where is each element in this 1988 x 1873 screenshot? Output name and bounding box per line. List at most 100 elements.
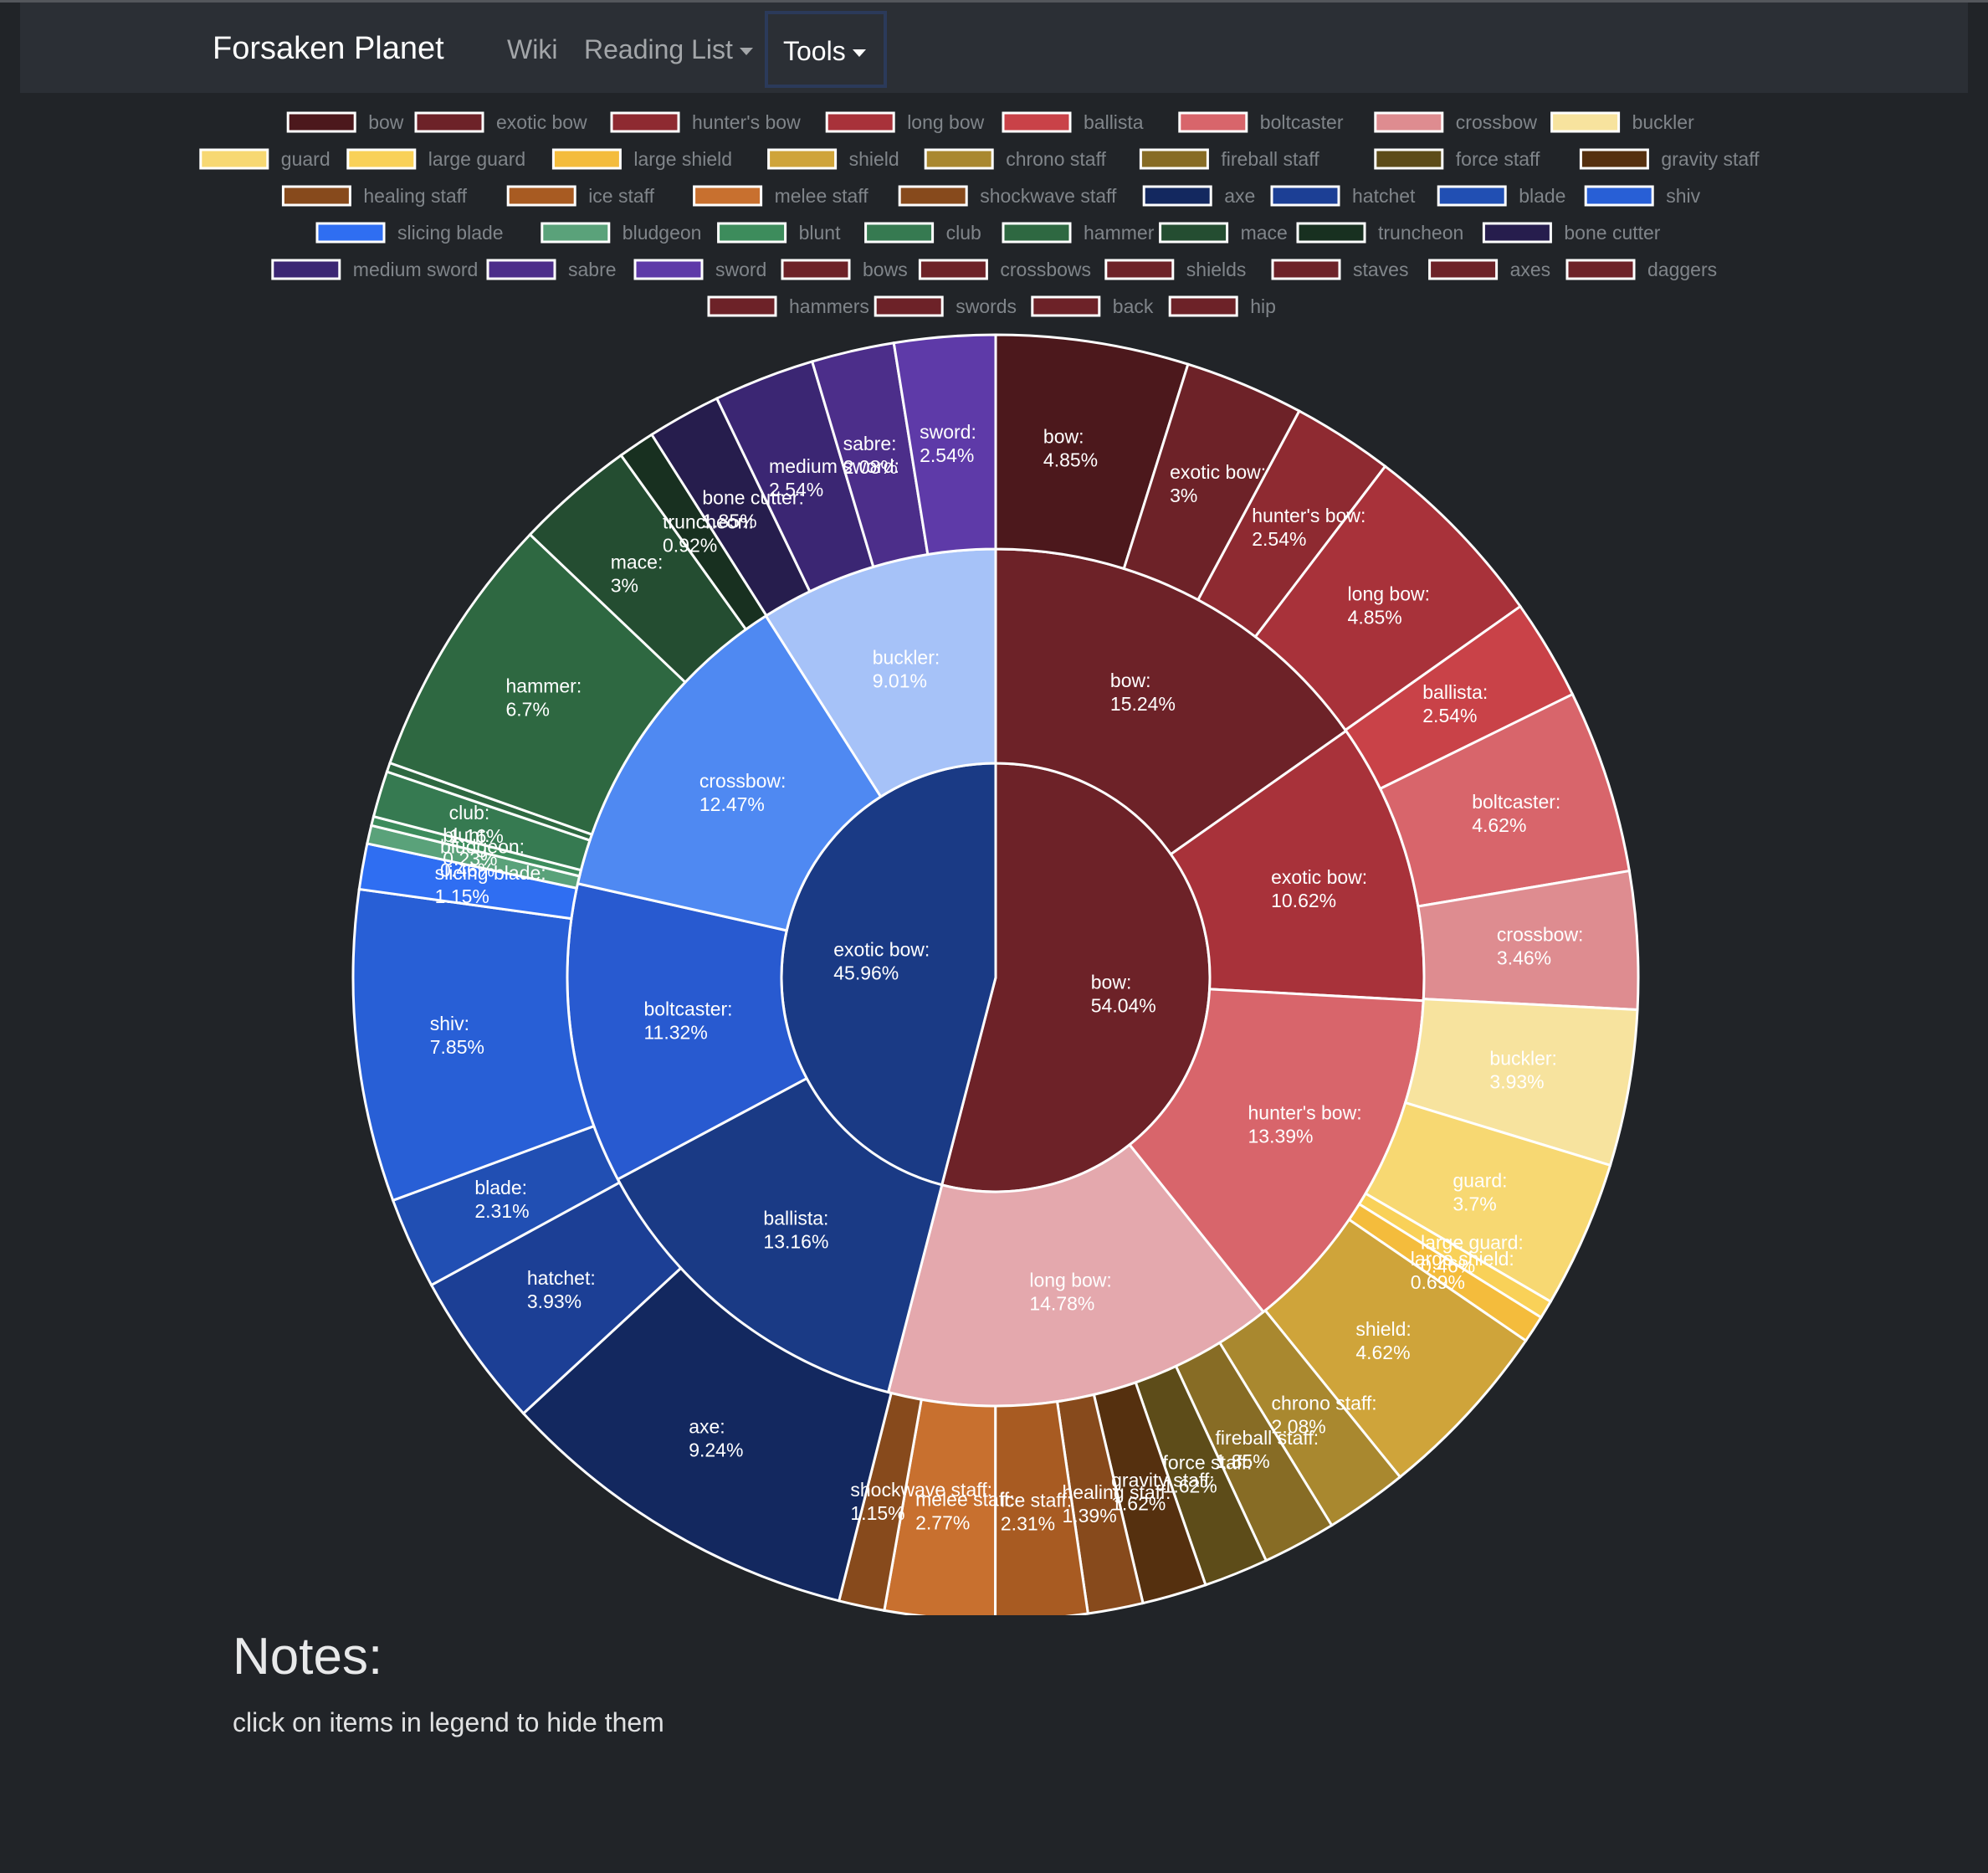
legend-item-gravity-staff[interactable]: gravity staff [1579,148,1760,170]
legend-item-fireball-staff[interactable]: fireball staff [1139,148,1319,170]
legend-label[interactable]: back [1113,295,1154,317]
legend-item-hip[interactable]: hip [1168,295,1276,317]
legend-label[interactable]: swords [956,295,1017,317]
legend-item-swords[interactable]: swords [874,295,1017,317]
legend-item-daggers[interactable]: daggers [1565,259,1717,280]
legend-swatch[interactable] [414,111,484,133]
legend-label[interactable]: bone cutter [1564,222,1660,244]
legend-label[interactable]: healing staff [363,185,467,207]
legend-label[interactable]: slicing blade [397,222,504,244]
legend-label[interactable]: bow [368,111,404,133]
legend-item-shield[interactable]: shield [767,148,899,170]
legend-swatch[interactable] [281,185,351,207]
legend-swatch[interactable] [1002,111,1072,133]
legend-label[interactable]: ballista [1084,111,1144,133]
legend-swatch[interactable] [924,148,994,170]
legend-label[interactable]: axe [1224,185,1255,207]
legend-swatch[interactable] [1550,111,1621,133]
legend-swatch[interactable] [1579,148,1649,170]
legend-item-shiv[interactable]: shiv [1584,185,1701,207]
legend-label[interactable]: sabre [568,259,617,280]
legend-swatch[interactable] [271,259,341,280]
legend-swatch[interactable] [1428,259,1499,280]
legend-label[interactable]: staves [1353,259,1408,280]
legend-swatch[interactable] [1142,185,1212,207]
legend-label[interactable]: hatchet [1352,185,1416,207]
legend-item-guard[interactable]: guard [199,148,330,170]
legend-label[interactable]: blade [1519,185,1565,207]
legend-swatch[interactable] [918,259,988,280]
legend-item-blade[interactable]: blade [1437,185,1565,207]
legend-item-hammers[interactable]: hammers [707,295,869,317]
legend-label[interactable]: blunt [799,222,841,244]
legend-item-sword[interactable]: sword [633,259,766,280]
legend-swatch[interactable] [1159,222,1229,244]
legend-swatch[interactable] [1374,148,1444,170]
legend-item-axes[interactable]: axes [1428,259,1551,280]
legend-item-axe[interactable]: axe [1142,185,1255,207]
legend-label[interactable]: hip [1250,295,1276,317]
legend-swatch[interactable] [898,185,968,207]
legend-item-mace[interactable]: mace [1159,222,1288,244]
legend-item-medium-sword[interactable]: medium sword [271,259,479,280]
legend-swatch[interactable] [707,295,777,317]
legend-swatch[interactable] [541,222,611,244]
legend-item-boltcaster[interactable]: boltcaster [1178,111,1344,133]
legend-swatch[interactable] [199,148,269,170]
legend-item-crossbow[interactable]: crossbow [1374,111,1538,133]
legend-swatch[interactable] [1178,111,1248,133]
legend-swatch[interactable] [1296,222,1366,244]
legend-label[interactable]: guard [281,148,330,170]
legend-swatch[interactable] [1002,222,1072,244]
legend-label[interactable]: crossbows [1000,259,1091,280]
legend-label[interactable]: bludgeon [623,222,702,244]
legend-label[interactable]: truncheon [1378,222,1463,244]
legend-item-shields[interactable]: shields [1104,259,1247,280]
legend-label[interactable]: chrono staff [1006,148,1106,170]
legend-label[interactable]: axes [1510,259,1551,280]
legend-label[interactable]: shockwave staff [980,185,1117,207]
legend-swatch[interactable] [1584,185,1654,207]
legend-swatch[interactable] [1104,259,1175,280]
legend-item-ice-staff[interactable]: ice staff [506,185,655,207]
legend-swatch[interactable] [1031,295,1101,317]
legend-swatch[interactable] [874,295,944,317]
legend-label[interactable]: daggers [1647,259,1717,280]
legend-swatch[interactable] [315,222,386,244]
legend-item-buckler[interactable]: buckler [1550,111,1694,133]
legend-swatch[interactable] [693,185,763,207]
legend-swatch[interactable] [781,259,851,280]
legend-label[interactable]: boltcaster [1260,111,1344,133]
legend-label[interactable]: sword [715,259,766,280]
legend-item-bows[interactable]: bows [781,259,908,280]
legend-item-melee-staff[interactable]: melee staff [693,185,869,207]
legend-swatch[interactable] [610,111,680,133]
legend-item-truncheon[interactable]: truncheon [1296,222,1463,244]
legend-label[interactable]: shiv [1666,185,1700,207]
legend-label[interactable]: shields [1186,259,1247,280]
legend-swatch[interactable] [286,111,356,133]
legend-item-bone-cutter[interactable]: bone cutter [1482,222,1661,244]
legend-item-hammer[interactable]: hammer [1002,222,1155,244]
legend-label[interactable]: crossbow [1456,111,1538,133]
legend-swatch[interactable] [551,148,622,170]
legend-swatch[interactable] [346,148,417,170]
legend-item-exotic-bow[interactable]: exotic bow [414,111,587,133]
legend-swatch[interactable] [1139,148,1209,170]
legend-item-large-guard[interactable]: large guard [346,148,525,170]
legend-item-chrono-staff[interactable]: chrono staff [924,148,1107,170]
legend-label[interactable]: shield [849,148,899,170]
legend-item-sabre[interactable]: sabre [486,259,617,280]
legend-swatch[interactable] [767,148,838,170]
legend-label[interactable]: medium sword [353,259,479,280]
legend-item-bludgeon[interactable]: bludgeon [541,222,702,244]
legend-swatch[interactable] [1374,111,1444,133]
legend-swatch[interactable] [1270,185,1340,207]
legend-label[interactable]: hammer [1084,222,1155,244]
legend-swatch[interactable] [1168,295,1238,317]
legend-item-blunt[interactable]: blunt [717,222,841,244]
legend-item-large-shield[interactable]: large shield [551,148,732,170]
legend-label[interactable]: fireball staff [1221,148,1319,170]
legend-label[interactable]: hammers [789,295,869,317]
legend-item-healing-staff[interactable]: healing staff [281,185,468,207]
